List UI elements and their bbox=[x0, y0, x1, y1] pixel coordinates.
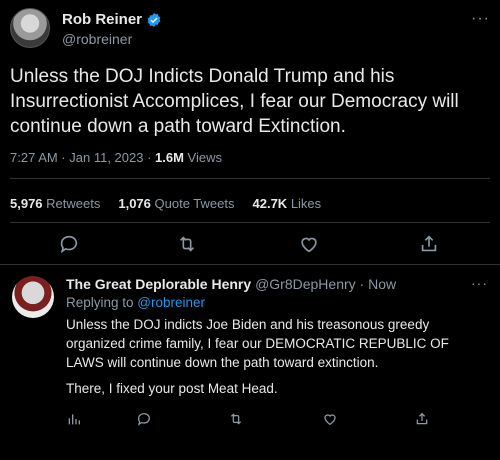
more-options-icon[interactable]: ··· bbox=[471, 275, 488, 291]
reply-button[interactable] bbox=[136, 411, 152, 427]
like-button[interactable] bbox=[298, 233, 320, 255]
quotes-count: 1,076 bbox=[118, 196, 151, 211]
like-button[interactable] bbox=[322, 411, 338, 427]
analytics-icon bbox=[68, 414, 80, 425]
like-icon bbox=[324, 414, 336, 426]
likes-count: 42.7K bbox=[252, 196, 288, 211]
separator-dot: · bbox=[355, 276, 369, 292]
reply-actions bbox=[0, 411, 500, 431]
mention-link[interactable]: @robreiner bbox=[137, 295, 205, 310]
likes-label: Likes bbox=[287, 196, 322, 211]
tweet-actions bbox=[0, 233, 500, 257]
likes-stat[interactable]: 42.7K Likes bbox=[253, 196, 322, 211]
share-button[interactable] bbox=[418, 233, 440, 255]
reply-author-name[interactable]: The Great Deplorable Henry bbox=[66, 276, 251, 292]
reply-header: The Great Deplorable Henry @Gr8DepHenry … bbox=[66, 276, 396, 292]
divider bbox=[10, 222, 490, 223]
author-name[interactable]: Rob Reiner bbox=[62, 11, 162, 28]
views-count: 1.6M bbox=[155, 150, 184, 165]
verified-badge-icon bbox=[147, 12, 161, 27]
quotes-stat[interactable]: 1,076 Quote Tweets bbox=[118, 196, 234, 211]
reply-author-handle[interactable]: @Gr8DepHenry bbox=[255, 276, 356, 292]
retweets-count: 5,976 bbox=[10, 196, 43, 211]
author-name-text[interactable]: Rob Reiner bbox=[62, 11, 142, 28]
tweet-text: Unless the DOJ Indicts Donald Trump and … bbox=[10, 66, 459, 137]
divider bbox=[10, 178, 490, 179]
views-label: Views bbox=[183, 150, 222, 165]
avatar[interactable] bbox=[10, 8, 50, 48]
reply-text-second-paragraph: There, I fixed your post Meat Head. bbox=[66, 381, 278, 396]
reply-timestamp[interactable]: Now bbox=[368, 276, 396, 292]
retweet-icon bbox=[179, 236, 195, 252]
tweet-timestamp[interactable]: 7:27 AM · Jan 11, 2023 · bbox=[10, 150, 155, 165]
retweet-icon bbox=[230, 413, 242, 425]
tweet-meta: 7:27 AM · Jan 11, 2023 · 1.6M Views bbox=[10, 150, 222, 165]
reply-icon bbox=[137, 413, 150, 426]
main-tweet: Rob Reiner @robreiner ··· Unless the DOJ… bbox=[0, 0, 500, 265]
reply-text: Unless the DOJ indicts Joe Biden and his… bbox=[66, 317, 449, 370]
replying-to: Replying to @robreiner bbox=[66, 295, 205, 310]
author-handle[interactable]: @robreiner bbox=[62, 31, 132, 47]
reply-tweet[interactable]: The Great Deplorable Henry @Gr8DepHenry … bbox=[0, 265, 500, 460]
tweet-stats: 5,976 Retweets 1,076 Quote Tweets 42.7K … bbox=[10, 196, 321, 211]
replying-label: Replying to bbox=[66, 295, 138, 310]
share-icon bbox=[416, 412, 428, 425]
more-options-icon[interactable]: ··· bbox=[471, 10, 490, 28]
retweets-stat[interactable]: 5,976 Retweets bbox=[10, 196, 100, 211]
retweet-button[interactable] bbox=[176, 233, 198, 255]
like-icon bbox=[301, 237, 317, 253]
quotes-label: Quote Tweets bbox=[150, 196, 235, 211]
retweet-button[interactable] bbox=[228, 411, 244, 427]
reply-icon bbox=[60, 235, 78, 254]
share-icon bbox=[421, 235, 437, 252]
retweets-label: Retweets bbox=[42, 196, 101, 211]
analytics-button[interactable] bbox=[66, 411, 82, 427]
reply-button[interactable] bbox=[58, 233, 80, 255]
avatar[interactable] bbox=[12, 276, 54, 318]
share-button[interactable] bbox=[414, 411, 430, 427]
